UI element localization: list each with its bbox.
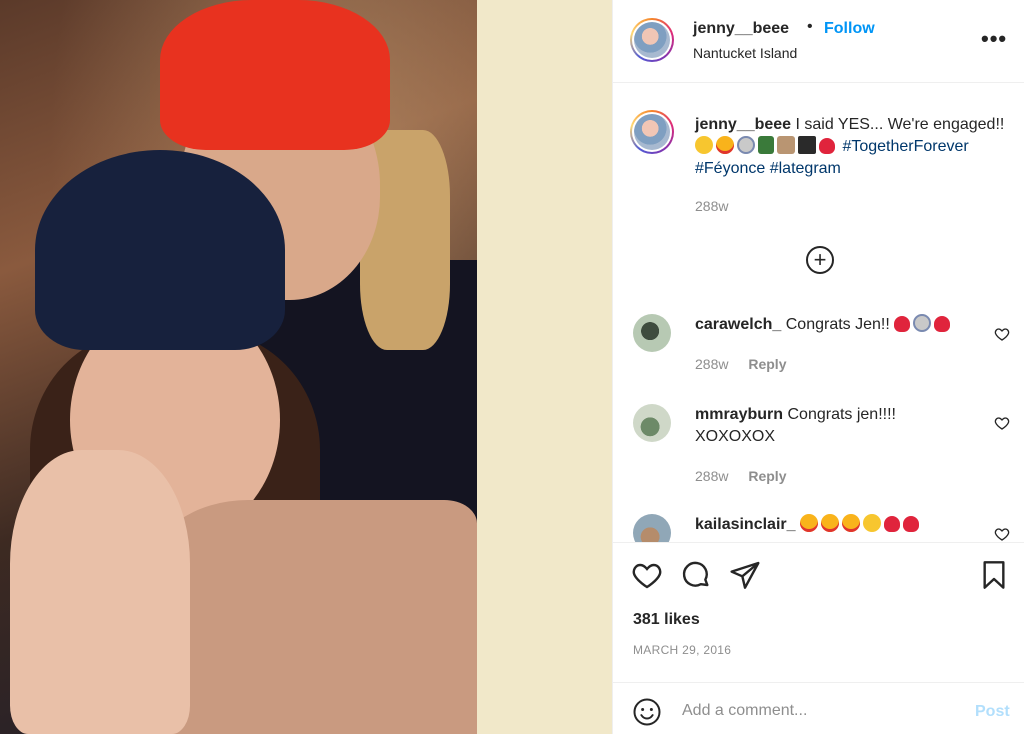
heart-eyes-icon [820, 514, 839, 532]
commenter-avatar[interactable] [633, 404, 671, 442]
caption-username[interactable]: jenny__beee [695, 116, 791, 133]
comments-list[interactable]: jenny__beee I said YES... We're engaged!… [613, 84, 1024, 542]
champagne-icon [758, 136, 774, 154]
heart-outline-icon[interactable] [994, 415, 1010, 431]
follow-button[interactable]: Follow [824, 20, 875, 38]
header-separator: • [807, 18, 813, 35]
reply-button[interactable]: Reply [748, 468, 786, 484]
post-comment-button[interactable]: Post [975, 703, 1010, 721]
post-location[interactable]: Nantucket Island [693, 45, 797, 61]
top-hat-icon [798, 136, 816, 154]
commenter-avatar[interactable] [633, 314, 671, 352]
photo-man-hat [160, 0, 390, 150]
author-username[interactable]: jenny__beee [693, 20, 789, 38]
comment-timestamp[interactable]: 288w [695, 356, 728, 372]
post-actions: 381 likes MARCH 29, 2016 [613, 542, 1024, 682]
comment-username[interactable]: carawelch_ [695, 316, 781, 333]
likes-count[interactable]: 381 likes [633, 611, 700, 629]
red-heart-icon [883, 516, 900, 532]
red-heart-icon [934, 316, 951, 332]
hashtag-link[interactable]: #lategram [770, 160, 841, 177]
caption-body: I said YES... We're engaged!! [795, 116, 1005, 133]
reply-button[interactable]: Reply [748, 356, 786, 372]
add-comment-bar: Post [613, 682, 1024, 734]
comment-text: kailasinclair_ [695, 514, 985, 536]
author-avatar[interactable] [630, 18, 674, 62]
heart-eyes-icon [716, 136, 734, 154]
hashtag-link[interactable]: #Féyonce [695, 160, 765, 177]
red-heart-icon [894, 316, 911, 332]
heart-eyes-icon [799, 514, 818, 532]
commenter-avatar[interactable] [633, 514, 671, 542]
heart-eyes-icon [841, 514, 860, 532]
heart-outline-icon[interactable] [994, 526, 1010, 542]
caption-timestamp[interactable]: 288w [695, 198, 728, 214]
bride-icon [777, 136, 795, 154]
photo-hand-with-ring [10, 450, 190, 734]
heart-outline-icon[interactable] [994, 326, 1010, 342]
comment-meta: 288w Reply [695, 356, 786, 372]
post-side-panel: jenny__beee • Follow Nantucket Island ••… [612, 0, 1024, 734]
comment-bubble-icon[interactable] [680, 559, 712, 591]
comment-username[interactable]: kailasinclair_ [695, 516, 796, 533]
ring-icon [737, 136, 755, 154]
comment-timestamp[interactable]: 288w [695, 468, 728, 484]
post-photo[interactable] [0, 0, 477, 734]
like-heart-icon[interactable] [631, 559, 663, 591]
face-blowing-kiss-icon [862, 514, 881, 532]
comment-meta: 288w Reply [695, 468, 786, 484]
post-header: jenny__beee • Follow Nantucket Island ••… [613, 0, 1024, 83]
post-date[interactable]: MARCH 29, 2016 [633, 643, 731, 657]
photo-arm [150, 500, 477, 734]
comment-username[interactable]: mmrayburn [695, 406, 783, 423]
photo-letterbox [477, 0, 612, 734]
sparkling-heart-icon [902, 516, 919, 532]
save-bookmark-icon[interactable] [978, 559, 1010, 591]
red-heart-icon [819, 138, 835, 154]
load-more-comments-icon[interactable]: + [806, 246, 834, 274]
emoji-picker-icon[interactable] [632, 697, 662, 727]
share-paper-plane-icon[interactable] [729, 559, 761, 591]
hashtag-link[interactable]: #TogetherForever [842, 138, 968, 155]
ring-icon [913, 314, 932, 332]
comment-input[interactable] [682, 697, 952, 725]
comment-body: Congrats Jen!! [785, 316, 890, 333]
caption-avatar[interactable] [630, 110, 674, 154]
photo-woman-hat [35, 150, 285, 350]
comment-text: mmrayburn Congrats jen!!!! XOXOXOX [695, 404, 925, 448]
smiling-face-icon [695, 136, 713, 154]
caption-text: jenny__beee I said YES... We're engaged!… [695, 114, 1013, 180]
comment-text: carawelch_ Congrats Jen!! [695, 314, 985, 336]
more-options-icon[interactable]: ••• [981, 26, 1007, 52]
